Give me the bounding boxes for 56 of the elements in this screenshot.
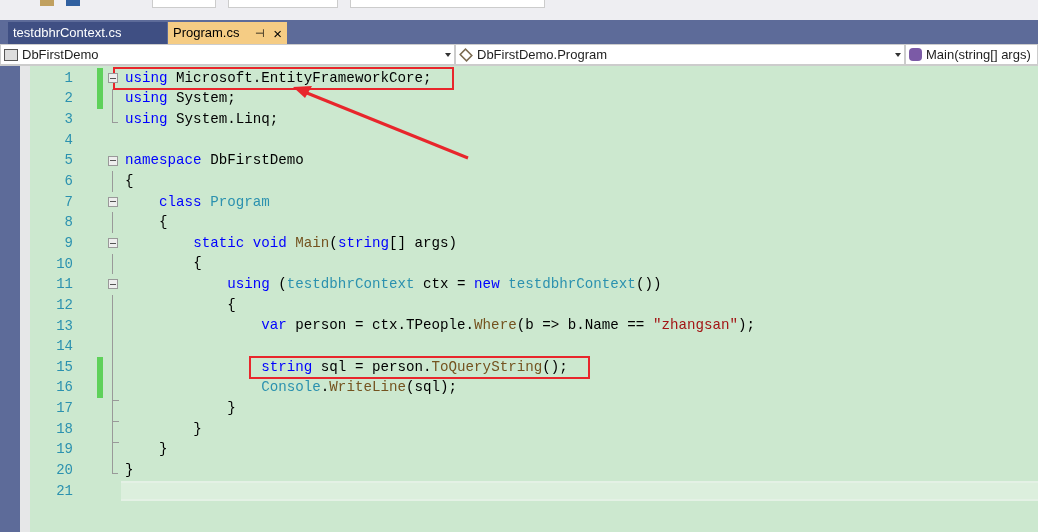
line-number: 2 xyxy=(63,89,73,109)
caret-icon[interactable] xyxy=(895,52,901,57)
code-line: { xyxy=(193,254,202,274)
collapse-icon[interactable] xyxy=(108,238,118,249)
code-line: { xyxy=(125,171,134,191)
code-line: class Program xyxy=(159,192,270,212)
line-number: 18 xyxy=(55,419,73,439)
project-icon xyxy=(4,48,18,61)
code-line: namespace DbFirstDemo xyxy=(125,151,304,171)
code-line: } xyxy=(227,398,236,418)
line-number: 11 xyxy=(55,275,73,295)
caret-icon[interactable] xyxy=(445,52,451,57)
line-number: 3 xyxy=(63,110,73,130)
collapse-icon[interactable] xyxy=(108,73,118,83)
line-number: 6 xyxy=(63,172,73,192)
line-number: 15 xyxy=(55,357,73,377)
class-icon xyxy=(459,47,473,62)
line-number: 5 xyxy=(63,151,73,171)
method-icon xyxy=(909,48,922,61)
navigation-dropdown[interactable]: DbFirstDemo xyxy=(0,44,455,65)
line-number: 21 xyxy=(55,481,73,501)
code-line: } xyxy=(193,419,202,439)
line-number: 7 xyxy=(63,192,73,212)
navigation-dropdown[interactable]: Main(string[] args) xyxy=(905,44,1038,65)
line-number: 17 xyxy=(55,399,73,419)
navigation-dropdown[interactable]: DbFirstDemo.Program xyxy=(455,44,905,65)
code-line: { xyxy=(159,213,168,233)
collapse-icon[interactable] xyxy=(108,196,118,207)
line-number: 20 xyxy=(55,461,73,480)
line-number: 13 xyxy=(55,316,73,336)
collapse-icon[interactable] xyxy=(108,279,118,290)
collapse-icon[interactable] xyxy=(108,155,118,166)
code-line: Console.WriteLine(sql); xyxy=(261,378,458,398)
line-number: 12 xyxy=(55,295,73,315)
code-line: using System; xyxy=(125,89,236,109)
line-number: 10 xyxy=(55,254,73,274)
code-line: } xyxy=(125,460,134,480)
line-number: 8 xyxy=(63,213,73,233)
close-icon[interactable]: × xyxy=(273,25,282,41)
code-line: using (testdbhrContext ctx = new testdbhrContext()) xyxy=(227,275,662,295)
pin-icon[interactable]: ⊣ xyxy=(255,24,266,42)
line-number: 9 xyxy=(63,233,73,253)
editor-tab[interactable]: Program.cs ⊣ × xyxy=(168,22,287,44)
code-line: } xyxy=(159,440,168,460)
code-line: using System.Linq; xyxy=(125,109,279,129)
code-line: { xyxy=(227,295,236,315)
line-number: 4 xyxy=(63,130,73,150)
code-line: string sql = person.ToQueryString(); xyxy=(261,357,568,377)
line-number: 1 xyxy=(63,68,73,88)
line-number: 19 xyxy=(55,440,73,460)
line-number: 14 xyxy=(55,337,73,357)
code-line: static void Main(string[] args) xyxy=(193,233,458,253)
code-line: using Microsoft.EntityFrameworkCore; xyxy=(125,68,432,88)
line-number: 16 xyxy=(55,378,73,398)
editor-tab[interactable]: testdbhrContext.cs xyxy=(8,22,167,44)
code-line: var person = ctx.TPeople.Where(b => b.Name == "zhangsan"); xyxy=(261,316,756,336)
